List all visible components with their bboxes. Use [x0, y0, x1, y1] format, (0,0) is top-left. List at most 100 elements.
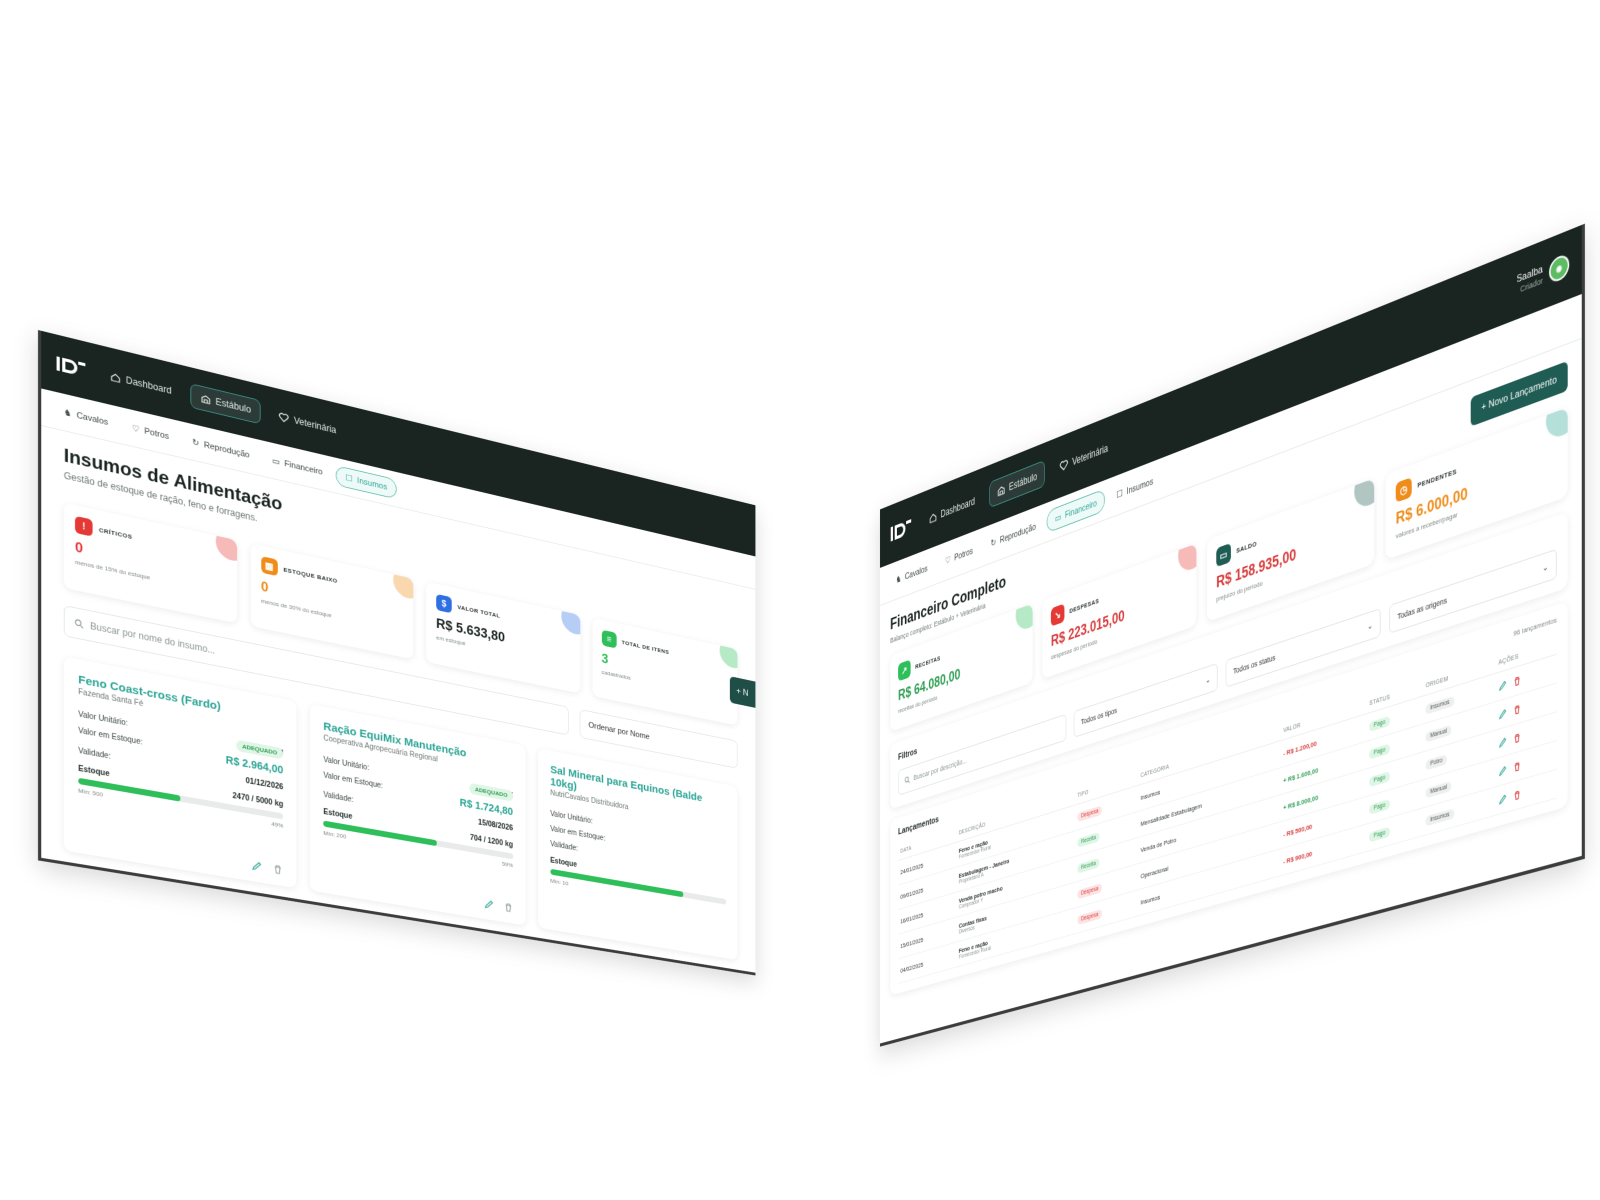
nav-veterinaria[interactable]: Veterinária — [270, 403, 345, 443]
trash-icon[interactable] — [1513, 703, 1521, 716]
heart-icon — [1060, 458, 1069, 473]
search-icon — [904, 775, 910, 785]
horse-icon: ♞ — [895, 573, 902, 586]
stat-label: TOTAL DE ITENS — [621, 638, 670, 656]
clock-icon: ◷ — [1395, 477, 1412, 503]
edit-icon[interactable] — [484, 899, 494, 911]
nav-label: Veterinária — [293, 414, 337, 436]
stock-value-label: Valor em Estoque: — [78, 726, 143, 747]
status-badge: Pago — [1369, 715, 1390, 732]
trash-icon[interactable] — [503, 902, 513, 914]
list-icon: ≡ — [601, 629, 617, 649]
cycle-icon: ↻ — [192, 437, 200, 449]
box-icon: ☐ — [1116, 488, 1123, 501]
edit-icon[interactable] — [1498, 707, 1506, 720]
origin-badge: Potro — [1425, 753, 1447, 771]
stock-label: Estoque — [78, 764, 110, 779]
home-icon — [929, 510, 937, 524]
home-icon — [110, 371, 121, 384]
stat-label: VALOR TOTAL — [457, 603, 501, 619]
status-badge: Pago — [1369, 826, 1390, 842]
edit-icon[interactable] — [1498, 679, 1506, 692]
origin-badge: Manual — [1425, 780, 1452, 798]
nav-dashboard[interactable]: Dashboard — [101, 362, 181, 404]
stat-card-total-itens: ≡ TOTAL DE ITENS 3 cadastrados — [592, 617, 738, 726]
origin-badge: Insumos — [1425, 695, 1455, 715]
edit-icon[interactable] — [252, 860, 263, 872]
barn-icon — [200, 392, 211, 405]
subnav-label: Cavalos — [904, 563, 928, 582]
user-menu[interactable]: Saalba Criador ◉ — [1517, 252, 1570, 297]
insumo-card: Sal Mineral para Equinos (Balde 10kg) Nu… — [537, 748, 738, 961]
alert-icon: ! — [75, 515, 93, 537]
avatar[interactable]: ◉ — [1549, 252, 1570, 285]
unit-value-label: Valor Unitário: — [550, 809, 593, 826]
app-logo[interactable] — [54, 353, 91, 382]
stat-label: RECEITAS — [915, 653, 941, 671]
stat-label: DESPESAS — [1069, 596, 1100, 615]
edit-icon[interactable] — [1498, 793, 1506, 805]
wallet-icon: ▭ — [1054, 512, 1062, 525]
type-badge: Despesa — [1077, 882, 1103, 900]
calendar-icon: ▦ — [260, 556, 278, 577]
heart-icon: ♡ — [944, 554, 951, 567]
trash-icon[interactable] — [1513, 732, 1521, 745]
cycle-icon: ↻ — [990, 537, 997, 550]
subnav-insumos[interactable]: ☐ Insumos — [335, 465, 397, 500]
nav-estabulo[interactable]: Estábulo — [190, 383, 261, 425]
nav-label: Dashboard — [940, 495, 975, 521]
subnav-label: Insumos — [356, 475, 388, 492]
stock-label: Estoque — [550, 856, 578, 870]
nav-dashboard[interactable]: Dashboard — [922, 486, 982, 534]
presentation-stage: Dashboard Estábulo Veterinária ♞ Cavalos … — [0, 0, 1600, 1200]
trash-icon[interactable] — [1513, 674, 1521, 687]
edit-icon[interactable] — [1498, 764, 1506, 777]
barn-icon — [997, 483, 1005, 498]
select-value: Todos os tipos — [1080, 705, 1117, 727]
stat-label: ESTOQUE BAIXO — [283, 565, 338, 585]
stock-min: Mín: 10 — [550, 877, 569, 887]
subnav-label: Reprodução — [203, 440, 250, 460]
stock-min: Mín: 200 — [323, 829, 347, 841]
subnav-cavalos[interactable]: ♞ Cavalos — [889, 555, 935, 594]
left-screen-wrapper: Dashboard Estábulo Veterinária ♞ Cavalos … — [38, 330, 818, 1020]
wallet-icon: ▭ — [1216, 542, 1231, 568]
validity-value: 01/12/2026 — [245, 776, 284, 792]
subnav-label: Potros — [954, 545, 973, 563]
nav-veterinaria[interactable]: Veterinária — [1052, 432, 1115, 482]
stock-label: Estoque — [323, 807, 353, 822]
trash-icon[interactable] — [1513, 760, 1521, 773]
box-icon: ☐ — [345, 473, 353, 484]
unit-value-label: Valor Unitário: — [323, 755, 370, 773]
validity-label: Validade: — [323, 790, 354, 805]
subnav-cavalos[interactable]: ♞ Cavalos — [54, 399, 117, 435]
dollar-icon: $ — [436, 593, 452, 614]
app-logo[interactable] — [889, 514, 915, 545]
trend-up-icon: ↗ — [898, 659, 911, 682]
subnav-label: Insumos — [1126, 476, 1154, 497]
stock-value-label: Valor em Estoque: — [323, 771, 383, 791]
stock-value-label: Valor em Estoque: — [550, 824, 606, 843]
subnav-label: Financeiro — [284, 458, 323, 477]
nav-label: Estábulo — [1008, 470, 1038, 494]
subnav-potros[interactable]: ♡ Potros — [122, 415, 178, 449]
status-badge: Pago — [1369, 743, 1390, 760]
stock-percent: 59% — [501, 860, 514, 869]
search-placeholder: Buscar por nome do insumo... — [90, 620, 216, 657]
edit-icon[interactable] — [1498, 736, 1506, 749]
trash-icon[interactable] — [1513, 789, 1521, 802]
type-badge: Despesa — [1077, 804, 1103, 822]
origin-badge: Manual — [1425, 724, 1452, 743]
select-value: Todas as origens — [1397, 595, 1448, 622]
heart-icon: ♡ — [131, 423, 140, 435]
insumo-card: Feno Coast-cross (Fardo) Fazenda Santa F… — [63, 656, 297, 889]
right-screen-wrapper: Dashboard Estábulo Veterinária Saalba Cr… — [880, 150, 1585, 1047]
validity-value: 15/08/2026 — [478, 818, 514, 833]
subnav-potros[interactable]: ♡ Potros — [938, 537, 980, 575]
heart-icon — [279, 411, 289, 424]
trash-icon[interactable] — [273, 864, 283, 876]
stock-min: Mín: 500 — [78, 787, 103, 799]
subnav-financeiro[interactable]: ▭ Financeiro — [263, 448, 331, 484]
subnav-label: Reprodução — [999, 521, 1036, 546]
nav-estabulo[interactable]: Estábulo — [989, 459, 1046, 509]
